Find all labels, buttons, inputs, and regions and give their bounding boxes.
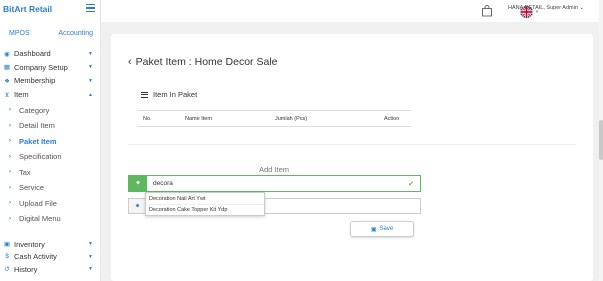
column-header-name-item: Name Item xyxy=(185,116,212,122)
sidebar-item-label: Dashboard xyxy=(14,49,51,59)
chevron-right-icon: › xyxy=(9,122,11,129)
section-title-text: Item In Paket xyxy=(153,90,198,99)
submenu-item-label: Tax xyxy=(19,167,31,177)
back-chevron-icon[interactable]: ‹ xyxy=(128,56,132,68)
sidebar-item-label: History xyxy=(14,264,38,274)
chevron-right-icon: › xyxy=(9,169,11,176)
sidebar-item-dashboard[interactable]: ◉ Dashboard ▼ xyxy=(0,47,100,61)
chevron-down-icon: ▼ xyxy=(88,266,93,273)
submenu-item-label: Detail Item xyxy=(19,121,55,131)
chevron-down-icon: ▼ xyxy=(88,253,93,260)
sidebar-item-history[interactable]: ↺ History ▼ xyxy=(0,263,100,276)
building-icon: ▦ xyxy=(3,64,11,72)
shopping-bag-icon[interactable] xyxy=(481,5,493,17)
submenu-item-detail-item[interactable]: › Detail Item xyxy=(0,118,100,134)
section-title: Item In Paket xyxy=(141,90,197,99)
list-icon xyxy=(141,91,148,98)
tag-icon: ⬥ xyxy=(129,176,147,191)
sidebar-item-membership[interactable]: ❖ Membership ▼ xyxy=(0,74,100,88)
submenu-item-label: Upload File xyxy=(19,198,57,208)
sidebar-item-inventory[interactable]: ▣ Inventory ▼ xyxy=(0,238,100,251)
column-header-jumlah: Jumlah (Pcs) xyxy=(275,116,308,122)
chevron-down-icon: ▼ xyxy=(88,64,93,71)
save-button-label: Save xyxy=(379,226,394,232)
accounting-link[interactable]: Accounting xyxy=(58,30,93,37)
divider xyxy=(128,144,576,145)
chevron-right-icon: › xyxy=(9,215,11,222)
submenu-item-specification[interactable]: › Specification xyxy=(0,149,100,165)
cart-icon: ⊻ xyxy=(4,91,10,99)
chevron-down-icon: ▼ xyxy=(88,50,93,57)
app-switcher: MPOS Accounting xyxy=(0,30,100,37)
item-submenu: › Category › Detail Item › Paket Item › … xyxy=(0,101,100,229)
dashboard-icon: ◉ xyxy=(4,50,10,58)
add-item-title: Add Item xyxy=(259,165,290,174)
suggestion-item[interactable]: Decoration Nail Art Ywt xyxy=(146,193,264,204)
inventory-icon: ▣ xyxy=(3,241,11,249)
item-search-value[interactable]: decora xyxy=(147,180,420,187)
hamburger-menu-icon[interactable] xyxy=(86,4,95,12)
chevron-up-icon: ▲ xyxy=(88,91,93,98)
sidebar-menu-lower: ▣ Inventory ▼ $ Cash Activity ▼ ↺ Histor… xyxy=(0,238,100,276)
sidebar-item-label: Membership xyxy=(14,76,56,86)
autocomplete-dropdown: Decoration Nail Art Ywt Decoration Cake … xyxy=(145,192,265,216)
scrollbar-thumb[interactable] xyxy=(599,120,603,160)
sidebar-item-item[interactable]: ⊻ Item ▲ xyxy=(0,88,100,102)
sidebar-item-label: Item xyxy=(14,90,29,100)
chevron-right-icon: › xyxy=(9,138,11,145)
submenu-item-tax[interactable]: › Tax xyxy=(0,164,100,180)
brand-name[interactable]: BitArt Retail xyxy=(3,4,52,14)
suggestion-item[interactable]: Decoration Cake Topper Kit Ydp xyxy=(146,204,264,215)
sidebar-item-label: Company Setup xyxy=(14,62,68,72)
dollar-icon: $ xyxy=(5,253,9,261)
chevron-right-icon: › xyxy=(9,107,11,114)
chevron-down-icon: ▼ xyxy=(88,77,93,84)
sidebar: BitArt Retail MPOS Accounting ◉ Dashboar… xyxy=(0,0,101,281)
sidebar-item-cash-activity[interactable]: $ Cash Activity ▼ xyxy=(0,251,100,264)
chevron-right-icon: › xyxy=(9,184,11,191)
submenu-item-label: Paket Item xyxy=(19,136,57,146)
page-title-text: Paket Item : Home Decor Sale xyxy=(135,56,278,68)
chevron-right-icon: › xyxy=(9,200,11,207)
chevron-down-icon: ▼ xyxy=(88,241,93,248)
sidebar-item-label: Cash Activity xyxy=(14,252,57,262)
mpos-link[interactable]: MPOS xyxy=(9,30,30,37)
submenu-item-digital-menu[interactable]: › Digital Menu xyxy=(0,211,100,227)
sidebar-menu: ◉ Dashboard ▼ ▦ Company Setup ▼ ❖ Member… xyxy=(0,47,100,229)
main-card: ‹ Paket Item : Home Decor Sale Item In P… xyxy=(111,34,593,281)
submenu-item-category[interactable]: › Category xyxy=(0,102,100,118)
sidebar-item-label: Inventory xyxy=(14,239,45,249)
save-disk-icon: ▣ xyxy=(370,226,377,233)
submenu-item-label: Specification xyxy=(19,152,62,162)
submenu-item-label: Service xyxy=(19,183,45,193)
chevron-right-icon: › xyxy=(9,153,11,160)
history-icon: ↺ xyxy=(4,266,10,274)
user-name: HANA RETAIL, Super Admin xyxy=(508,5,578,11)
submenu-item-label: Category xyxy=(19,105,50,115)
scrollbar[interactable] xyxy=(599,0,603,281)
submenu-item-upload-file[interactable]: › Upload File xyxy=(0,195,100,211)
column-header-no: No. xyxy=(143,116,152,122)
check-icon: ✔ xyxy=(408,180,414,188)
users-icon: ❖ xyxy=(4,77,10,85)
submenu-item-label: Digital Menu xyxy=(19,214,61,224)
column-header-action: Action xyxy=(384,116,400,122)
item-table-header: No. Name Item Jumlah (Pcs) Action xyxy=(137,110,411,127)
sidebar-item-company-setup[interactable]: ▦ Company Setup ▼ xyxy=(0,61,100,75)
page-title: ‹ Paket Item : Home Decor Sale xyxy=(128,56,277,68)
submenu-item-paket-item[interactable]: › Paket Item xyxy=(0,133,100,149)
save-button[interactable]: ▣ Save xyxy=(350,221,414,237)
item-search-input[interactable]: ⬥ decora ✔ xyxy=(128,175,421,192)
submenu-item-service[interactable]: › Service xyxy=(0,180,100,196)
user-menu[interactable]: HANA RETAIL, Super Admin ⌄ xyxy=(508,5,584,11)
